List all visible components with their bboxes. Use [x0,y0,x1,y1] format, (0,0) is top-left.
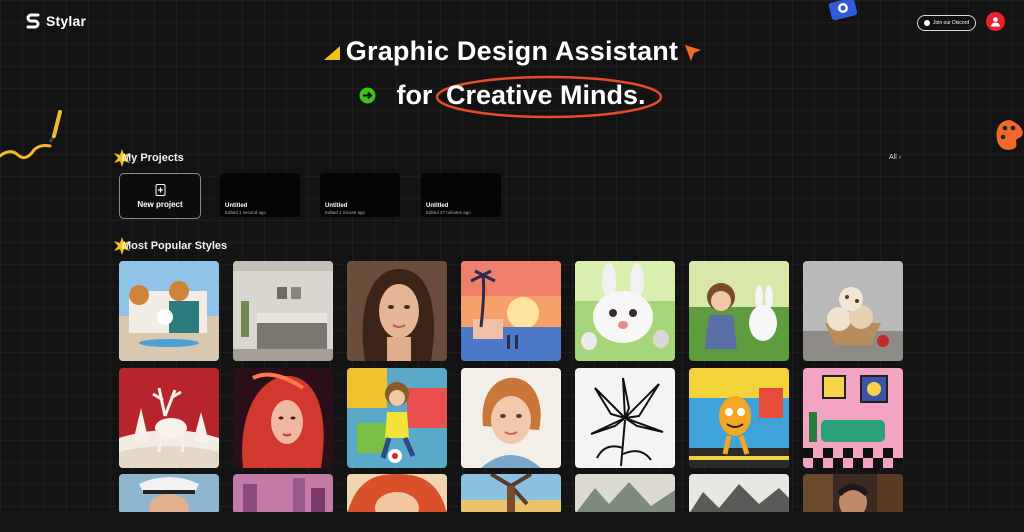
style-tile-neon-portrait[interactable] [233,368,333,468]
hero-title-line1: Graphic Design Assistant [345,36,679,66]
style-tile-ink-mountains[interactable] [689,474,789,514]
bottom-bar [0,512,1024,532]
style-tile-portrait-photo[interactable] [347,261,447,361]
user-icon [991,17,1000,27]
cursor-arrow-icon [685,45,701,61]
style-tile-papercut-deer[interactable] [119,368,219,468]
new-project-button[interactable]: New project [119,173,201,219]
style-tile-sailor-portrait[interactable] [119,474,219,514]
style-tile-redhead-comic[interactable] [347,474,447,514]
project-card[interactable]: Untitled Edited 27 minutes ago [421,173,501,217]
style-tile-watercolor-child[interactable] [461,368,561,468]
project-card[interactable]: Untitled Edited 1 second ago [220,173,300,217]
style-tile-man-portrait[interactable] [803,474,903,514]
join-discord-button[interactable]: Join our Discord [917,15,977,31]
style-tile-ice-cream-dessert[interactable] [803,261,903,361]
style-tile-landscape-chinese[interactable] [575,474,675,514]
style-tile-graffiti-girl[interactable] [347,368,447,468]
discord-icon [924,20,930,26]
camera-sticker-icon [828,0,858,21]
projects-header: My Projects [113,149,184,167]
style-tile-lily-line-art[interactable] [575,368,675,468]
add-file-icon [155,183,165,196]
hero-highlight: Creative Minds. [435,75,663,119]
user-avatar[interactable] [986,12,1005,31]
style-tile-pink-room[interactable] [803,368,903,468]
style-tile-girl-and-bunny[interactable] [689,261,789,361]
style-tile-3d-architecture[interactable] [119,261,219,361]
style-tile-cartoon-character[interactable] [689,368,789,468]
projects-title: My Projects [122,152,184,164]
styles-title: Most Popular Styles [122,240,228,252]
stylar-logo-icon [26,13,40,29]
style-tile-cute-bunny-3d[interactable] [575,261,675,361]
project-card[interactable]: Untitled Edited 1 minute ago [320,173,400,217]
styles-header: Most Popular Styles [113,237,227,255]
style-tile-interior-bedroom[interactable] [233,261,333,361]
style-tile-windmill[interactable] [461,474,561,514]
brush-scribble-icon [0,110,62,160]
app-logo[interactable]: Stylar [26,13,86,29]
style-tile-pink-city[interactable] [233,474,333,514]
style-tile-retro-sunset[interactable] [461,261,561,361]
all-projects-link[interactable]: All › [889,154,901,161]
palette-icon [996,120,1023,150]
app-name: Stylar [46,13,87,29]
hero-title-line2: for Creative Minds. [0,75,1024,119]
